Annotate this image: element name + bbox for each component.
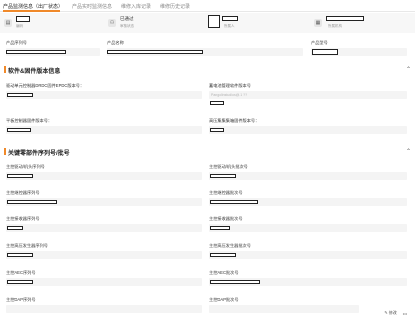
main-aec-batch-label: 主控AEC批次号 (209, 270, 239, 275)
redacted-main-drive-sn (7, 174, 33, 178)
hv-firmware-field (209, 126, 407, 134)
redacted-panel-firmware (7, 128, 31, 132)
main-hv-sn-field (6, 251, 202, 259)
main-aec-sn-field (6, 278, 202, 286)
tab-repair-history[interactable]: 维修历史记录 (160, 3, 190, 10)
code-label: 编码 (16, 24, 23, 28)
main-lift-sn-field (6, 224, 202, 232)
status-icon: ⚇ (108, 19, 116, 27)
bms-version-label: 蓄电池管理软件版本号 (209, 83, 251, 88)
redacted-drive-firmware (7, 93, 33, 97)
redacted-main-battery-batch (210, 200, 258, 204)
main-battery-sn-label: 主控继控器序列号 (6, 190, 40, 195)
redacted-main-hv-batch (210, 253, 236, 257)
hv-firmware-label: 高压集集集箱固件版本号： (209, 118, 260, 123)
organization-label: 所属机构 (328, 24, 342, 28)
barcode-icon: ▤ (4, 19, 12, 27)
drive-firmware-field (6, 91, 202, 99)
redacted-main-lift-batch (210, 226, 230, 230)
edit-button[interactable]: ✎ 修改 (384, 310, 396, 316)
tab-bar: 产品监测信息（出厂状态） 产品实时监测信息 维修入库记录 维修历史记录 (0, 0, 415, 12)
product-model-label: 产品型号 (311, 40, 328, 45)
main-dap-sn-label: 主控DAP序列号 (6, 297, 36, 302)
redacted-owner (222, 16, 238, 21)
redacted-product-sn (6, 50, 66, 54)
product-sn-label: 产品序列号 (6, 40, 27, 45)
redacted-main-aec-batch (210, 280, 260, 284)
main-lift-batch-label: 主控接收器批次号 (209, 216, 243, 221)
tab-realtime-monitoring[interactable]: 产品实时监测信息 (72, 3, 112, 10)
redacted-product-model (312, 49, 338, 55)
audit-status-label: 审核状态 (120, 24, 134, 28)
redacted-main-battery-sn (7, 200, 57, 204)
parts-section-header[interactable]: 关键零部件序列号/批号 ⌃ (4, 147, 411, 157)
redacted-main-drive-batch (210, 174, 236, 178)
footer-actions: ✎ 修改 ••• (384, 310, 407, 316)
redacted-main-lift-sn (7, 226, 23, 230)
main-drive-sn-label: 主控驱动/机头序列号 (6, 164, 45, 169)
panel-firmware-label: 平板控制器固件版本号： (6, 118, 53, 123)
main-drive-sn-field (6, 172, 202, 180)
owner-label: 所属人 (224, 24, 235, 28)
main-drive-batch-field (209, 172, 407, 180)
drive-firmware-label: 驱动单元控制器DRDC固件EPDC版本号： (6, 83, 85, 88)
main-battery-batch-label: 主控继控器批次号 (209, 190, 243, 195)
redacted-main-hv-sn (7, 253, 33, 257)
main-lift-batch-field (209, 224, 407, 232)
main-drive-batch-label: 主控驱动/机头批次号 (209, 164, 248, 169)
active-tab-indicator (3, 10, 60, 12)
edit-label: 修改 (388, 310, 397, 315)
main-aec-sn-label: 主控AEC序列号 (6, 270, 36, 275)
more-button[interactable]: ••• (403, 311, 407, 316)
tab-repair-inbound[interactable]: 维修入库记录 (121, 3, 151, 10)
parts-section-title: 关键零部件序列号/批号 (8, 151, 70, 157)
bms-version-value: Pangolinstudios@.1 ?? (211, 93, 248, 97)
main-dap-batch-field (209, 305, 359, 313)
redacted-bms-version (210, 101, 224, 105)
main-lift-sn-label: 主控接收器序列号 (6, 216, 40, 221)
organization-icon: ▦ (314, 19, 322, 27)
product-name-label: 产品名称 (107, 40, 124, 45)
tab-factory-monitoring[interactable]: 产品监测信息（出厂状态） (3, 3, 63, 10)
redacted-hv-firmware (210, 128, 224, 132)
summary-strip: ▤ 编码 ⚇ 已通过 审核状态 所属人 ▦ 所属机构 (0, 13, 415, 33)
chevron-up-icon[interactable]: ⌃ (406, 148, 411, 155)
main-hv-batch-field (209, 251, 407, 259)
main-hv-batch-label: 主控高压发生器批次号 (209, 243, 251, 248)
redacted-code (16, 16, 30, 22)
main-dap-batch-label: 主控DAP批次号 (209, 297, 239, 302)
software-section-header[interactable]: 软件&固件版本信息 ⌃ (4, 65, 411, 75)
redacted-organization (326, 16, 364, 21)
redacted-main-aec-sn (7, 280, 33, 284)
main-dap-sn-field (6, 305, 202, 313)
panel-firmware-field (6, 126, 202, 134)
redacted-avatar (208, 15, 220, 28)
chevron-up-icon[interactable]: ⌃ (406, 66, 411, 73)
audit-status: 已通过 (120, 16, 134, 21)
software-section-title: 软件&固件版本信息 (8, 69, 61, 75)
section-accent-bar (4, 148, 6, 155)
main-hv-sn-label: 主控高压发生器序列号 (6, 243, 48, 248)
redacted-product-name (107, 50, 203, 54)
section-accent-bar (4, 66, 6, 73)
